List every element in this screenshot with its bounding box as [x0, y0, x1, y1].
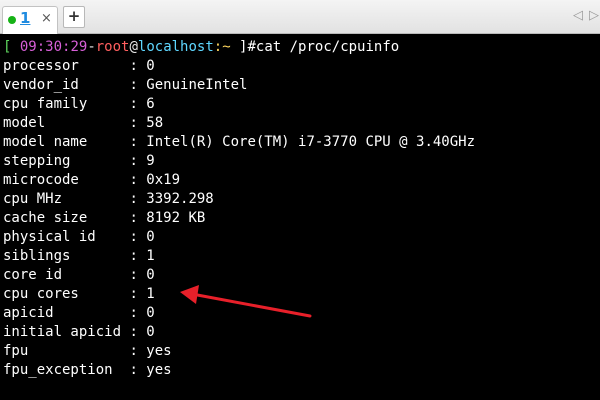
connected-status-icon: [8, 16, 16, 24]
tab-label: 1: [20, 9, 31, 27]
new-tab-button[interactable]: +: [63, 6, 85, 28]
tab-bar: 1 × + ◁ ▷: [0, 0, 600, 34]
scroll-tabs-right-icon[interactable]: ▷: [589, 8, 599, 23]
arrow-head: [180, 285, 199, 304]
red-arrow-annotation: [180, 285, 312, 318]
terminal-output[interactable]: [ 09:30:29-root@localhost:~ ]#cat /proc/…: [0, 36, 600, 400]
arrow-shaft: [190, 292, 312, 318]
scroll-tabs-left-icon[interactable]: ◁: [573, 8, 583, 23]
close-tab-icon[interactable]: ×: [41, 11, 52, 26]
terminal-tab-1[interactable]: 1 ×: [2, 6, 58, 34]
